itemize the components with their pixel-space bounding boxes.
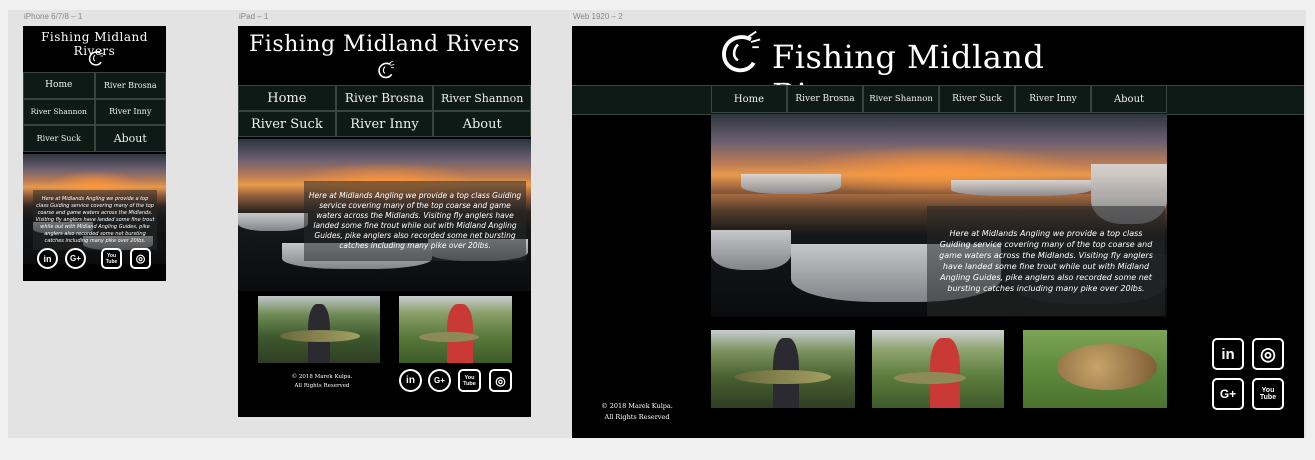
intro-text: Here at Midlands Angling we provide a to…	[33, 190, 157, 250]
nav-item-about[interactable]: About	[94, 125, 166, 152]
gallery-photo-brown-trout[interactable]	[1023, 330, 1167, 408]
linkedin-icon[interactable]: in	[1212, 338, 1244, 370]
nav-item-river-shannon[interactable]: River Shannon	[23, 98, 95, 126]
main-nav: Home River Brosna River Shannon River Su…	[238, 85, 531, 137]
google-plus-icon[interactable]: G+	[428, 369, 451, 392]
artboard-tablet[interactable]: Fishing Midland Rivers Home River Brosna…	[238, 26, 531, 417]
linkedin-icon[interactable]: in	[37, 248, 58, 269]
hero-image: Here at Midlands Angling we provide a to…	[238, 139, 531, 291]
gallery-photo-pike-angler[interactable]	[258, 296, 380, 363]
main-nav: Home River Brosna River Shannon River In…	[23, 72, 166, 152]
intro-text: Here at Midlands Angling we provide a to…	[304, 181, 526, 261]
artboard-phone[interactable]: Fishing Midland Rivers Home River Brosna…	[23, 26, 166, 281]
instagram-icon[interactable]: ◎	[1252, 338, 1284, 370]
nav-item-river-suck[interactable]: River Suck	[939, 85, 1015, 113]
nav-item-river-inny[interactable]: River Inny	[1015, 85, 1091, 113]
nav-item-about[interactable]: About	[1091, 85, 1167, 113]
linkedin-icon[interactable]: in	[399, 369, 422, 392]
gallery-photo-angler-red-jacket[interactable]	[872, 330, 1004, 408]
footer-copyright: © 2018 Marek Kulpa. All Rights Reserved	[592, 401, 682, 423]
gallery-photo-angler-red-jacket[interactable]	[399, 296, 512, 363]
instagram-icon[interactable]: ◎	[489, 369, 512, 392]
rights-text: All Rights Reserved	[604, 413, 670, 421]
hook-logo-icon	[378, 60, 395, 79]
youtube-icon[interactable]: You Tube	[458, 369, 481, 392]
artboard-label-desktop[interactable]: Web 1920 – 2	[573, 12, 623, 21]
intro-text: Here at Midlands Angling we provide a to…	[927, 206, 1165, 316]
hero-image: Here at Midlands Angling we provide a to…	[711, 114, 1167, 317]
copyright-text: © 2018 Marek Kulpa.	[291, 374, 353, 380]
youtube-icon[interactable]: You Tube	[1252, 378, 1284, 410]
nav-item-river-brosna[interactable]: River Brosna	[94, 72, 166, 99]
copyright-text: © 2018 Marek Kulpa.	[601, 402, 673, 410]
nav-item-river-inny[interactable]: River Inny	[94, 98, 166, 126]
nav-item-river-brosna[interactable]: River Brosna	[787, 85, 863, 113]
artboard-label-phone[interactable]: iPhone 6/7/8 – 1	[24, 12, 82, 21]
google-plus-icon[interactable]: G+	[1212, 378, 1244, 410]
gallery-photo-pike-angler[interactable]	[711, 330, 855, 408]
nav-item-home[interactable]: Home	[23, 72, 95, 99]
site-title: Fishing Midland Rivers	[249, 32, 520, 57]
nav-item-home[interactable]: Home	[711, 85, 787, 113]
youtube-icon[interactable]: You Tube	[101, 248, 122, 269]
nav-item-home[interactable]: Home	[238, 85, 336, 111]
rights-text: All Rights Reserved	[294, 383, 350, 389]
nav-item-river-shannon[interactable]: River Shannon	[433, 85, 531, 111]
main-nav: Home River Brosna River Shannon River Su…	[711, 85, 1167, 113]
footer-copyright: © 2018 Marek Kulpa. All Rights Reserved	[278, 373, 366, 391]
google-plus-icon[interactable]: G+	[65, 248, 86, 269]
instagram-icon[interactable]: ◎	[130, 248, 151, 269]
hook-logo-icon	[722, 30, 761, 73]
nav-item-river-brosna[interactable]: River Brosna	[335, 85, 434, 111]
nav-item-river-suck[interactable]: River Suck	[23, 125, 95, 152]
artboard-desktop[interactable]: Fishing Midland Rivers Home River Brosna…	[572, 26, 1304, 438]
artboard-label-tablet[interactable]: iPad – 1	[239, 12, 268, 21]
nav-item-river-shannon[interactable]: River Shannon	[863, 85, 939, 113]
hook-logo-icon	[88, 49, 104, 66]
nav-item-about[interactable]: About	[433, 111, 531, 137]
nav-item-river-inny[interactable]: River Inny	[335, 111, 434, 137]
nav-item-river-suck[interactable]: River Suck	[238, 111, 336, 137]
